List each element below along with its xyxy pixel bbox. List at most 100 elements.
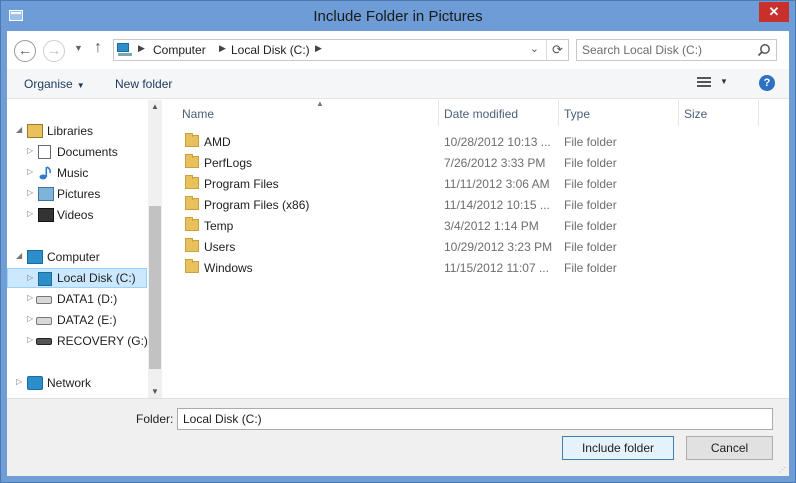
expand-icon[interactable]: ▷ bbox=[27, 188, 33, 197]
expand-icon[interactable]: ▷ bbox=[27, 335, 33, 344]
folder-icon bbox=[185, 196, 199, 210]
file-type: File folder bbox=[564, 198, 617, 212]
dialog-client: ← → ▼ ↑ ▶ Computer ▶ Local Disk (C:) ▶ ⌄… bbox=[7, 31, 789, 476]
nav-item-data1[interactable]: ▷ DATA1 (D:) bbox=[7, 289, 147, 309]
address-bar[interactable]: ▶ Computer ▶ Local Disk (C:) ▶ ⌄ ⟳ bbox=[113, 39, 569, 61]
recent-locations-button[interactable]: ▼ bbox=[74, 43, 83, 53]
cancel-button[interactable]: Cancel bbox=[686, 436, 773, 460]
forward-button[interactable]: → bbox=[43, 40, 65, 62]
expand-icon[interactable]: ▷ bbox=[27, 167, 33, 176]
help-icon[interactable]: ? bbox=[759, 75, 775, 91]
file-list[interactable]: Name ▲ Date modified Type Size AMD 10/28… bbox=[163, 99, 789, 398]
dialog-window: Include Folder in Pictures ✕ ← → ▼ ↑ ▶ C… bbox=[0, 0, 796, 483]
nav-item-music[interactable]: ▷ Music bbox=[7, 163, 147, 183]
navigation-pane[interactable]: ◢ Libraries ▷ Documents ▷ Music ▷ Pictur… bbox=[7, 100, 162, 398]
command-bar: Organise ▼ New folder ▼ ? bbox=[7, 69, 789, 99]
folder-icon bbox=[185, 133, 199, 147]
address-dropdown-icon[interactable]: ⌄ bbox=[530, 42, 539, 55]
folder-field[interactable] bbox=[177, 408, 773, 430]
music-icon bbox=[39, 166, 51, 180]
resize-grip-icon[interactable]: ⋰ bbox=[779, 466, 787, 474]
nav-item-videos[interactable]: ▷ Videos bbox=[7, 205, 147, 225]
breadcrumb-separator[interactable]: ▶ bbox=[315, 43, 322, 54]
pictures-icon bbox=[38, 187, 54, 201]
nav-scrollbar[interactable]: ▲ ▼ bbox=[148, 100, 162, 398]
document-icon bbox=[38, 145, 51, 159]
up-button[interactable]: ↑ bbox=[94, 39, 102, 57]
search-icon[interactable] bbox=[757, 43, 771, 57]
address-row: ← → ▼ ↑ ▶ Computer ▶ Local Disk (C:) ▶ ⌄… bbox=[7, 31, 789, 69]
organise-button[interactable]: Organise ▼ bbox=[24, 77, 85, 91]
expand-icon[interactable]: ▷ bbox=[27, 209, 33, 218]
include-folder-button[interactable]: Include folder bbox=[562, 436, 674, 460]
back-button[interactable]: ← bbox=[14, 40, 36, 62]
nav-label: Documents bbox=[57, 145, 118, 159]
nav-item-computer[interactable]: ◢ Computer bbox=[7, 247, 147, 267]
file-name: PerfLogs bbox=[204, 156, 253, 170]
file-name: Temp bbox=[204, 219, 234, 233]
file-row[interactable]: PerfLogs 7/26/2012 3:33 PM File folder bbox=[163, 152, 763, 173]
folder-icon bbox=[185, 238, 199, 252]
expand-icon[interactable]: ▷ bbox=[27, 293, 33, 302]
drive-icon bbox=[36, 338, 52, 345]
file-date: 3/4/2012 1:14 PM bbox=[444, 219, 539, 233]
view-options-icon[interactable] bbox=[697, 77, 711, 89]
folder-label: Folder: bbox=[136, 412, 174, 426]
column-label: Name bbox=[182, 107, 215, 121]
close-button[interactable]: ✕ bbox=[759, 2, 789, 22]
file-row[interactable]: Program Files (x86) 11/14/2012 10:15 ...… bbox=[163, 194, 763, 215]
file-row[interactable]: Users 10/29/2012 3:23 PM File folder bbox=[163, 236, 763, 257]
nav-item-documents[interactable]: ▷ Documents bbox=[7, 142, 147, 162]
dialog-footer: Folder: Include folder Cancel ⋰ bbox=[7, 398, 789, 476]
nav-item-network[interactable]: ▷ Network bbox=[7, 373, 147, 393]
expand-icon[interactable]: ▷ bbox=[27, 273, 33, 282]
nav-label: Libraries bbox=[47, 124, 94, 138]
column-divider[interactable] bbox=[758, 100, 759, 126]
file-name: Program Files bbox=[204, 177, 279, 191]
file-row[interactable]: Windows 11/15/2012 11:07 ... File folder bbox=[163, 257, 763, 278]
search-box[interactable] bbox=[576, 39, 777, 61]
column-header-date[interactable]: Date modified bbox=[438, 100, 558, 126]
search-input[interactable] bbox=[582, 42, 750, 58]
scroll-thumb[interactable] bbox=[149, 206, 161, 369]
title-bar[interactable]: Include Folder in Pictures ✕ bbox=[1, 1, 795, 31]
breadcrumb-local-disk[interactable]: Local Disk (C:) bbox=[231, 43, 310, 57]
breadcrumb-separator[interactable]: ▶ bbox=[138, 43, 145, 54]
expand-icon[interactable]: ▷ bbox=[27, 314, 33, 323]
nav-label: Music bbox=[57, 166, 89, 180]
chevron-down-icon: ▼ bbox=[76, 81, 85, 90]
file-type: File folder bbox=[564, 135, 617, 149]
refresh-button[interactable]: ⟳ bbox=[546, 40, 568, 60]
drive-icon bbox=[36, 317, 52, 325]
nav-item-libraries[interactable]: ◢ Libraries bbox=[7, 121, 147, 141]
expand-icon[interactable]: ▷ bbox=[16, 377, 22, 386]
file-name: Windows bbox=[204, 261, 253, 275]
file-date: 11/15/2012 11:07 ... bbox=[444, 261, 549, 275]
videos-icon bbox=[38, 208, 54, 222]
libraries-icon bbox=[27, 124, 43, 138]
nav-item-local-disk[interactable]: ▷ Local Disk (C:) bbox=[7, 268, 147, 288]
expand-icon[interactable]: ◢ bbox=[16, 125, 22, 134]
file-row[interactable]: Temp 3/4/2012 1:14 PM File folder bbox=[163, 215, 763, 236]
sort-ascending-icon: ▲ bbox=[316, 99, 324, 108]
file-date: 7/26/2012 3:33 PM bbox=[444, 156, 546, 170]
breadcrumb-separator[interactable]: ▶ bbox=[219, 43, 226, 54]
scroll-up-icon[interactable]: ▲ bbox=[151, 102, 159, 111]
column-header-type[interactable]: Type bbox=[558, 100, 678, 126]
nav-item-recovery[interactable]: ▷ RECOVERY (G:) bbox=[7, 331, 148, 351]
expand-icon[interactable]: ▷ bbox=[27, 146, 33, 155]
nav-item-data2[interactable]: ▷ DATA2 (E:) bbox=[7, 310, 147, 330]
new-folder-button[interactable]: New folder bbox=[115, 77, 172, 91]
expand-icon[interactable]: ◢ bbox=[16, 251, 22, 260]
column-header-name[interactable]: Name ▲ bbox=[176, 99, 438, 126]
file-type: File folder bbox=[564, 156, 617, 170]
file-row[interactable]: Program Files 11/11/2012 3:06 AM File fo… bbox=[163, 173, 763, 194]
column-header-size[interactable]: Size bbox=[678, 100, 758, 126]
scroll-down-icon[interactable]: ▼ bbox=[151, 387, 159, 396]
file-type: File folder bbox=[564, 240, 617, 254]
view-dropdown-icon[interactable]: ▼ bbox=[720, 77, 728, 86]
file-row[interactable]: AMD 10/28/2012 10:13 ... File folder bbox=[163, 131, 763, 152]
nav-item-pictures[interactable]: ▷ Pictures bbox=[7, 184, 147, 204]
breadcrumb-computer[interactable]: Computer bbox=[153, 43, 206, 57]
column-label: Size bbox=[684, 107, 708, 121]
